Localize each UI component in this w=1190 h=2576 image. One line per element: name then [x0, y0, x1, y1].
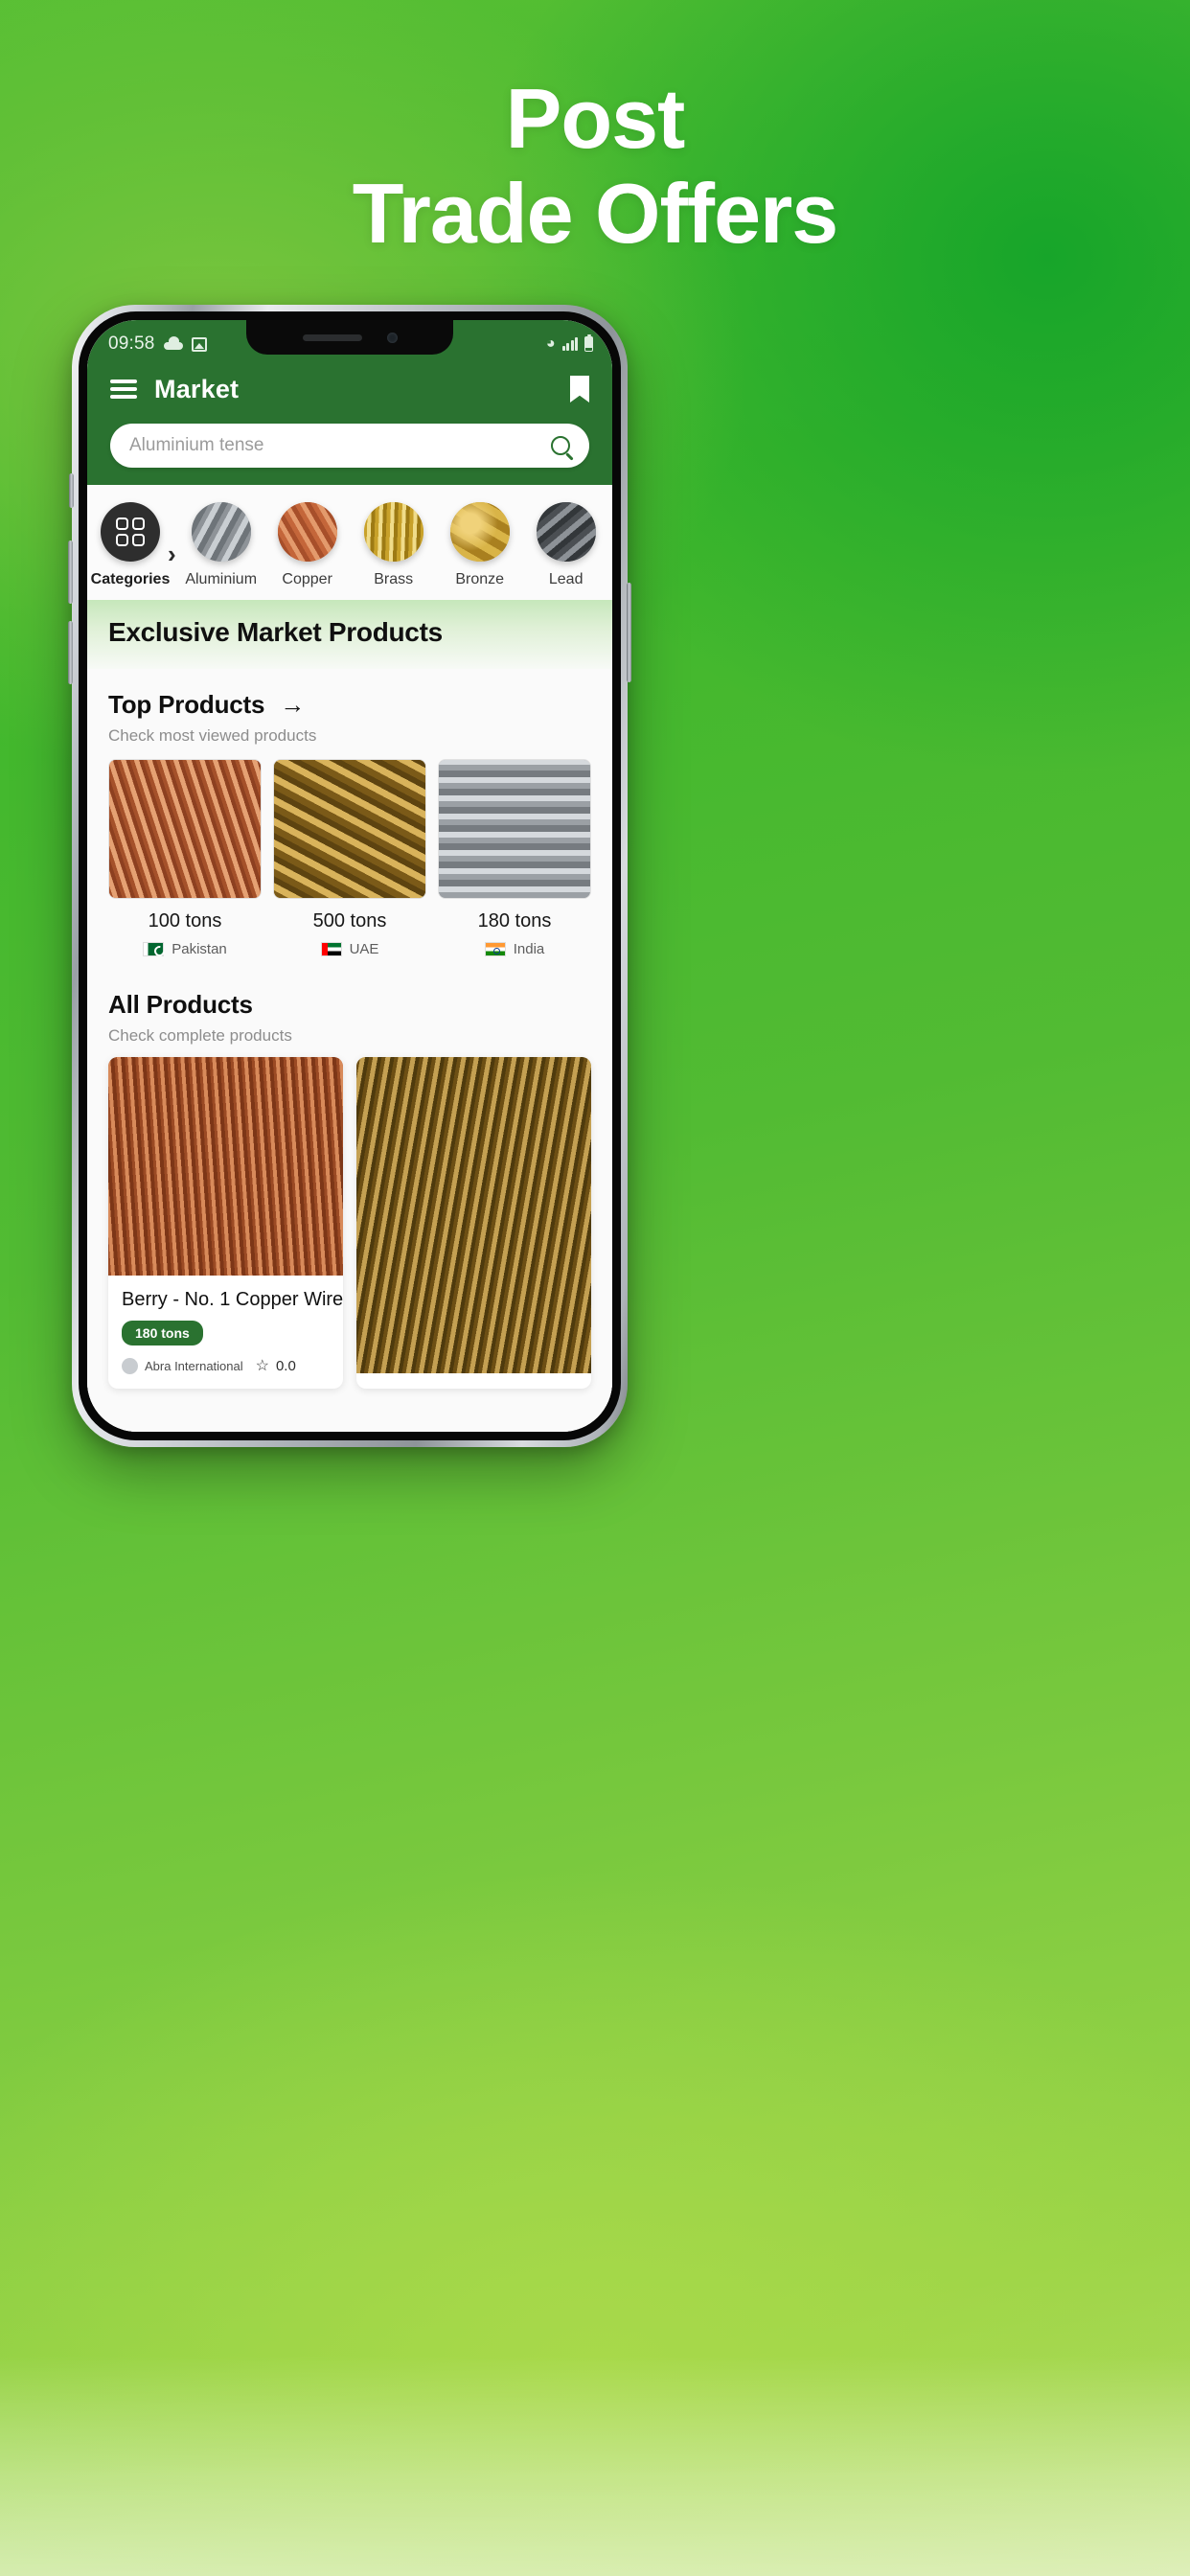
flag-pakistan-icon: [143, 942, 165, 956]
product-meta: 500 tons UAE: [273, 910, 426, 957]
exclusive-banner: Exclusive Market Products: [87, 600, 612, 669]
phone-mockup: 09:58 ◕ Market Aluminium tense Categorie…: [68, 305, 631, 1447]
headline-line-2: Trade Offers: [352, 165, 838, 261]
flag-uae-icon: [320, 942, 342, 956]
all-products-subtitle: Check complete products: [108, 1026, 292, 1045]
category-item-brass[interactable]: Brass: [351, 502, 437, 588]
hamburger-menu-icon[interactable]: [110, 380, 137, 399]
exclusive-banner-title: Exclusive Market Products: [108, 617, 443, 647]
promo-stage: Post Trade Offers 09:58 ◕ Market Alumini…: [0, 0, 1190, 2576]
category-item-bronze[interactable]: Bronze: [437, 502, 523, 588]
category-strip[interactable]: Categories › Aluminium Copper Brass Bron…: [87, 485, 612, 600]
category-label: Copper: [282, 571, 332, 587]
signal-bars-icon: [561, 337, 578, 351]
front-camera: [386, 332, 398, 343]
product-card-body: Berry - No. 1 Copper Wire 180 tons Abra …: [108, 1276, 343, 1389]
product-name: Berry - No. 1 Copper Wire: [122, 1289, 343, 1310]
product-quantity: 100 tons: [148, 910, 222, 932]
product-meta: 180 tons India: [438, 910, 591, 957]
image-icon: [191, 336, 207, 352]
category-thumb-aluminium: [191, 502, 251, 562]
product-country: Pakistan: [108, 941, 262, 957]
search-icon[interactable]: [551, 436, 570, 455]
top-products-section-header: Top Products → Check most viewed product…: [87, 669, 612, 746]
search-container: Aluminium tense: [87, 412, 612, 468]
top-products-title-row[interactable]: Top Products →: [108, 690, 591, 720]
market-app: 09:58 ◕ Market Aluminium tense Categorie…: [87, 320, 612, 1432]
category-thumb-copper: [277, 502, 337, 562]
all-products-title: All Products: [108, 990, 253, 1019]
seller-name: Abra International: [145, 1358, 243, 1373]
product-quantity: 500 tons: [312, 910, 387, 932]
category-item-copper[interactable]: Copper: [264, 502, 351, 588]
top-product-card[interactable]: 500 tons UAE: [273, 759, 426, 957]
top-products-title: Top Products: [108, 690, 265, 719]
product-card[interactable]: Berry - No. 1 Copper Wire 180 tons Abra …: [108, 1057, 343, 1389]
category-label: Categories: [90, 571, 171, 587]
phone-mute-button: [69, 473, 74, 508]
product-country: India: [438, 941, 591, 957]
wifi-icon: ◕: [545, 335, 556, 352]
phone-volume-down-button: [68, 621, 73, 684]
top-products-list: 100 tons Pakistan 500 tons UAE 180 tons …: [87, 746, 612, 957]
headline-line-1: Post: [505, 71, 686, 166]
country-label: Pakistan: [172, 941, 227, 957]
flag-india-icon: [484, 942, 506, 956]
category-label: Lead: [548, 571, 584, 587]
product-country: UAE: [273, 941, 426, 957]
all-products-section-header: All Products Check complete products: [87, 957, 612, 1046]
country-label: India: [513, 941, 545, 957]
search-input[interactable]: Aluminium tense: [110, 424, 589, 468]
page-title: Market: [154, 374, 240, 403]
top-products-subtitle: Check most viewed products: [108, 726, 317, 745]
categories-icon: [101, 502, 160, 562]
phone-volume-up-button: [68, 540, 73, 604]
product-quantity: 180 tons: [477, 910, 552, 932]
category-label: Brass: [374, 571, 414, 587]
product-thumbnail: [438, 759, 591, 899]
product-thumbnail: [273, 759, 426, 899]
phone-screen: 09:58 ◕ Market Aluminium tense Categorie…: [87, 320, 612, 1432]
battery-icon: [584, 334, 593, 352]
status-bar-right: ◕: [545, 334, 593, 352]
phone-notch: [246, 320, 453, 355]
category-item-aluminium[interactable]: Aluminium: [178, 502, 264, 588]
phone-bezel: 09:58 ◕ Market Aluminium tense Categorie…: [79, 311, 621, 1440]
top-product-card[interactable]: 100 tons Pakistan: [108, 759, 262, 957]
product-image: [356, 1057, 591, 1373]
bookmark-icon[interactable]: [570, 376, 589, 402]
category-thumb-lead: [536, 502, 596, 562]
product-seller-row: Abra International ☆ 0.0: [122, 1356, 330, 1375]
status-time: 09:58: [108, 334, 155, 354]
product-card[interactable]: [356, 1057, 591, 1389]
star-icon: ☆: [255, 1358, 269, 1374]
category-thumb-bronze: [449, 502, 510, 562]
earpiece-speaker: [302, 334, 362, 341]
product-meta: 100 tons Pakistan: [108, 910, 262, 957]
country-label: UAE: [349, 941, 379, 957]
product-image: [108, 1057, 343, 1276]
all-products-title-row: All Products: [108, 990, 591, 1020]
top-product-card[interactable]: 180 tons India: [438, 759, 591, 957]
sidebar-item-categories[interactable]: Categories: [87, 502, 173, 588]
category-label: Bronze: [455, 571, 505, 587]
app-bar: Market: [87, 362, 612, 412]
category-label: Aluminium: [185, 571, 258, 587]
chevron-right-icon[interactable]: ›: [168, 540, 176, 569]
all-products-list: Berry - No. 1 Copper Wire 180 tons Abra …: [87, 1046, 612, 1389]
search-placeholder: Aluminium tense: [129, 435, 264, 455]
category-thumb-brass: [363, 502, 423, 562]
avatar: [122, 1357, 138, 1374]
status-badge: 180 tons: [122, 1321, 203, 1346]
arrow-right-icon[interactable]: →: [280, 690, 305, 720]
cloud-icon: [163, 336, 183, 350]
status-bar-left: 09:58: [108, 334, 207, 355]
promo-headline: Post Trade Offers: [0, 71, 1190, 261]
rating-value: 0.0: [275, 1357, 296, 1374]
product-thumbnail: [108, 759, 262, 899]
category-item-lead[interactable]: Lead: [523, 502, 609, 588]
content-scroll-area[interactable]: Top Products → Check most viewed product…: [87, 669, 612, 1432]
phone-power-button: [627, 583, 631, 682]
